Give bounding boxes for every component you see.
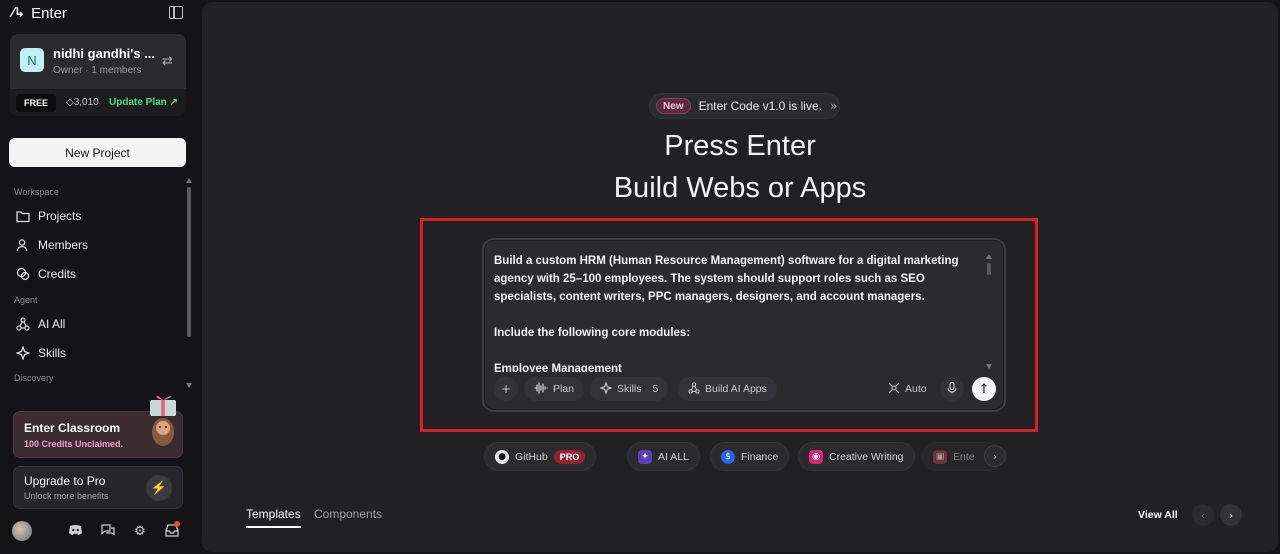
brand[interactable]: ⁄↳ Enter (12, 4, 67, 22)
new-badge: New (656, 98, 691, 114)
tab-templates[interactable]: Templates (246, 507, 301, 528)
user-avatar[interactable] (12, 521, 32, 541)
build-ai-apps-button[interactable]: Build AI Apps (678, 377, 777, 401)
main-panel: New Enter Code v1.0 is live. » Press Ent… (202, 2, 1278, 552)
model-selector-icon (888, 382, 900, 397)
nodes-icon (688, 381, 700, 397)
sidebar-item-projects[interactable]: Projects (16, 205, 81, 227)
sidebar-scrollbar[interactable] (185, 178, 193, 390)
chat-icon[interactable] (100, 524, 116, 540)
enter-logo-icon: ⁄↳ (12, 5, 26, 21)
notification-dot (174, 521, 180, 527)
discord-icon[interactable] (67, 524, 83, 540)
credits-count: ◇3,010 (66, 97, 99, 108)
announcement-pill[interactable]: New Enter Code v1.0 is live. » (649, 93, 840, 119)
update-plan-link[interactable]: Update Plan ↗ (109, 97, 178, 108)
users-icon (16, 238, 30, 252)
microphone-button[interactable] (940, 377, 964, 401)
sidebar-item-credits[interactable]: Credits (16, 263, 76, 285)
finance-icon: $ (721, 449, 735, 464)
pro-badge: PRO (553, 449, 586, 464)
chip-ai-all[interactable]: ✦ AI ALL (627, 442, 700, 471)
chip-finance[interactable]: $ Finance (710, 442, 790, 471)
brand-name: Enter (31, 4, 67, 22)
upgrade-title: Upgrade to Pro (24, 474, 106, 488)
plan-bar: FREE ◇3,010 Update Plan ↗ (10, 89, 186, 116)
microphone-icon (947, 381, 957, 397)
chip-creative-writing[interactable]: ◉ Creative Writing (798, 442, 915, 471)
discovery-section-label: Discovery (14, 373, 54, 383)
double-chevron-right-icon: » (829, 99, 838, 113)
waveform-icon (534, 381, 548, 397)
prompt-scroll-down-icon[interactable] (986, 364, 992, 369)
coins-icon (16, 267, 30, 281)
team-role: Owner · 1 members (53, 65, 142, 76)
chevron-left-icon[interactable]: ‹ (1192, 504, 1214, 526)
hero-title-line1: Press Enter (664, 130, 816, 162)
plus-icon: + (500, 382, 512, 396)
plan-button[interactable]: Plan (524, 377, 585, 401)
new-project-button[interactable]: New Project (9, 138, 186, 167)
scroll-down-arrow-icon[interactable] (186, 383, 192, 388)
sidebar: ⁄↳ Enter N nidhi gandhi's ... Owner · 1 … (0, 0, 200, 554)
prompt-input[interactable]: Build a custom HRM (Human Resource Manag… (494, 252, 974, 372)
team-card: N nidhi gandhi's ... Owner · 1 members ⇄… (10, 34, 186, 116)
scroll-thumb[interactable] (187, 187, 191, 337)
sparkle-icon (599, 380, 613, 397)
sidebar-item-members[interactable]: Members (16, 234, 88, 256)
nodes-icon (16, 317, 30, 331)
enter-app-icon: ▣ (933, 449, 947, 464)
diamond-icon: ◇ (66, 97, 74, 108)
sidebar-item-label: Skills (38, 346, 67, 360)
gift-mascot-icon (150, 395, 176, 446)
upgrade-to-pro-card[interactable]: Upgrade to Pro Unlock more benefits ⚡ (13, 466, 183, 509)
skills-button[interactable]: Skills 5 (590, 377, 669, 401)
team-switcher[interactable]: N nidhi gandhi's ... Owner · 1 members ⇄ (10, 34, 186, 88)
team-name: nidhi gandhi's ... (53, 46, 156, 61)
sidebar-item-label: Members (38, 238, 89, 252)
sparkle-icon (16, 346, 30, 360)
chevron-right-icon[interactable]: › (984, 445, 1006, 467)
sidebar-item-label: Projects (38, 209, 82, 223)
prompt-scroll-up-icon[interactable] (986, 254, 992, 259)
gear-icon[interactable]: ⚙ (132, 524, 148, 540)
workspace-section-label: Workspace (14, 187, 59, 197)
ai-all-icon: ✦ (638, 449, 652, 464)
sidebar-item-ai-all[interactable]: AI All (16, 313, 65, 335)
send-button[interactable]: ↑ (972, 377, 996, 401)
plan-badge: FREE (16, 94, 57, 112)
prompt-toolbar: + Plan Skills 5 Build AI Apps Auto ↑ (494, 377, 998, 401)
sidebar-bottom-bar: ⚙ (12, 521, 184, 543)
chevron-right-icon[interactable]: › (1220, 504, 1242, 526)
announcement-text: Enter Code v1.0 is live. (698, 99, 822, 113)
enter-classroom-card[interactable]: Enter Classroom 100 Credits Unclaimed. (13, 395, 183, 458)
lightning-icon[interactable]: ⚡ (146, 475, 172, 501)
team-avatar: N (20, 48, 44, 72)
classroom-subtitle: 100 Credits Unclaimed. (24, 439, 124, 449)
prompt-scroll-thumb[interactable] (987, 263, 991, 275)
hero-title-line2: Build Webs or Apps (613, 172, 867, 204)
skills-count: 5 (652, 383, 659, 395)
sidebar-item-label: AI All (38, 317, 66, 331)
switch-arrows-icon[interactable]: ⇄ (162, 54, 173, 69)
lightbulb-icon: ◉ (809, 449, 823, 464)
agent-section-label: Agent (14, 295, 38, 305)
add-attachment-button[interactable]: + (494, 377, 518, 401)
upgrade-subtitle: Unlock more benefits (24, 491, 109, 501)
view-all-link[interactable]: View All (1138, 509, 1178, 521)
github-icon: ● (495, 449, 509, 464)
folder-icon (16, 209, 30, 223)
sidebar-item-skills[interactable]: Skills (16, 342, 66, 364)
prompt-card: Build a custom HRM (Human Resource Manag… (482, 238, 1006, 412)
sidebar-collapse-icon[interactable] (169, 6, 183, 19)
arrow-up-icon: ↑ (978, 381, 990, 397)
integration-chips: ● GitHub PRO ✦ AI ALL $ Finance ◉ Creati… (484, 442, 1008, 471)
chip-github[interactable]: ● GitHub PRO (484, 442, 597, 471)
tab-components[interactable]: Components (314, 507, 382, 521)
scroll-up-arrow-icon[interactable] (186, 178, 192, 183)
sidebar-item-label: Credits (38, 267, 77, 281)
classroom-title: Enter Classroom (24, 421, 121, 435)
auto-model-button[interactable]: Auto (878, 377, 937, 401)
